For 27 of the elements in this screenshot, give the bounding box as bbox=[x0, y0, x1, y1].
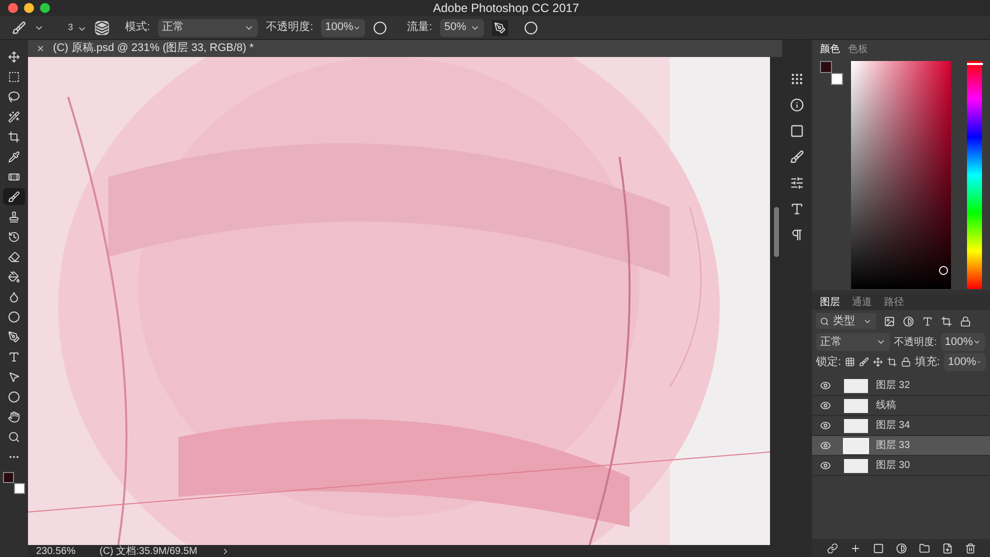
opacity-label: 不透明度: bbox=[266, 20, 314, 36]
panel-tab[interactable]: 颜色 bbox=[820, 42, 840, 57]
panel-tab[interactable]: 通道 bbox=[852, 294, 872, 310]
blend-mode-dropdown[interactable]: 正常 bbox=[816, 333, 890, 351]
mode-label: 模式: bbox=[125, 20, 150, 36]
panel-tab[interactable]: 图层 bbox=[820, 294, 840, 310]
document-size: (C) 文档:35.9M/69.5M bbox=[99, 544, 198, 557]
opacity-field[interactable]: 100% bbox=[321, 18, 366, 36]
document-tab[interactable]: (C) 原稿.psd @ 231% (图层 33, RGB/8) * bbox=[28, 40, 782, 57]
lock-label: 锁定: bbox=[816, 354, 842, 370]
layer-row[interactable]: 图层 33 bbox=[812, 436, 990, 456]
layer-row[interactable]: 图层 32 bbox=[812, 376, 990, 396]
opacity-field[interactable]: 100% bbox=[940, 333, 985, 351]
opacity-label: 不透明度: bbox=[894, 336, 937, 350]
window-title: Adobe Photoshop CC 2017 bbox=[433, 0, 580, 17]
brush-preset-picker[interactable]: 3 bbox=[68, 20, 88, 34]
fill-field[interactable]: 100% bbox=[944, 353, 986, 371]
panel-tab[interactable]: 色板 bbox=[848, 42, 868, 57]
mode-dropdown[interactable]: 正常 bbox=[158, 18, 258, 36]
flow-label: 流量: bbox=[407, 20, 432, 36]
filter-dropdown[interactable]: 类型 bbox=[816, 313, 876, 329]
layer-row[interactable]: 图层 30 bbox=[812, 456, 990, 476]
layer-row[interactable]: 线稿 bbox=[812, 396, 990, 416]
fill-label: 填充: bbox=[914, 354, 940, 370]
panel-tab[interactable]: 路径 bbox=[884, 294, 904, 310]
zoom-level: 230.56% bbox=[36, 544, 76, 557]
flow-field[interactable]: 50% bbox=[440, 18, 484, 36]
